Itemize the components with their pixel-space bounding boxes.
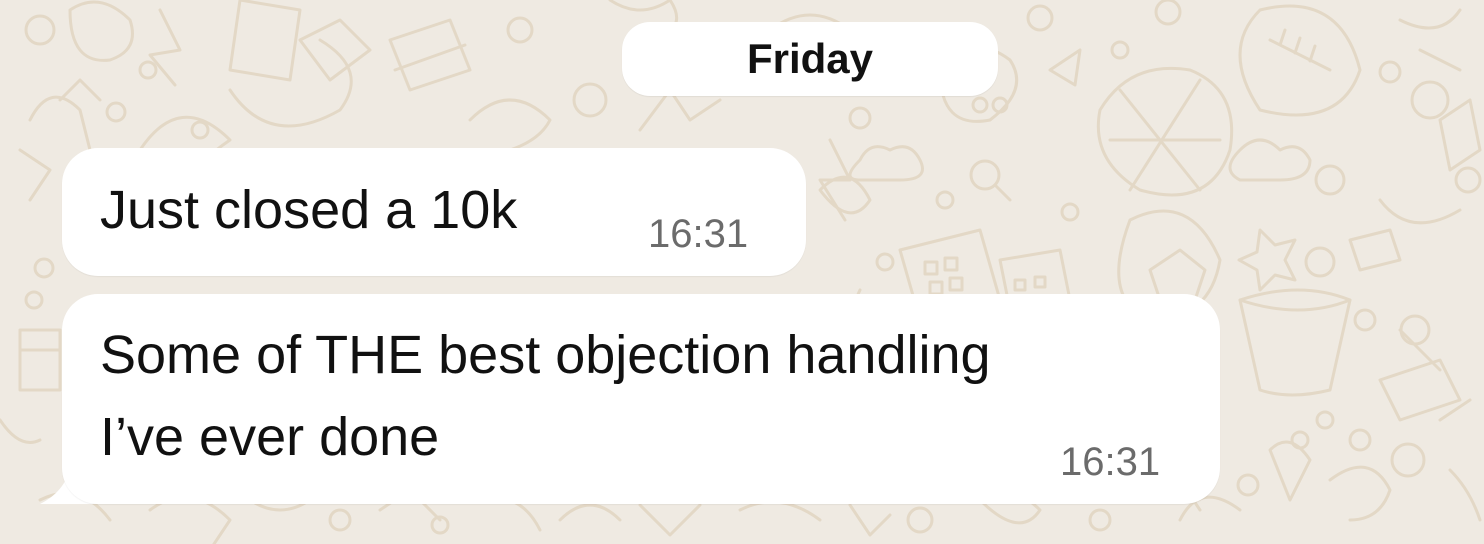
- message-text: Just closed a 10k: [100, 180, 518, 240]
- message-timestamp: 16:31: [648, 212, 749, 256]
- message-timestamp: 16:31: [1060, 440, 1161, 484]
- date-label: Friday: [746, 35, 874, 82]
- message-text-line: Some of THE best objection handling: [100, 325, 991, 385]
- message-text-line: I’ve ever done: [100, 407, 440, 467]
- date-separator: Friday: [622, 22, 998, 96]
